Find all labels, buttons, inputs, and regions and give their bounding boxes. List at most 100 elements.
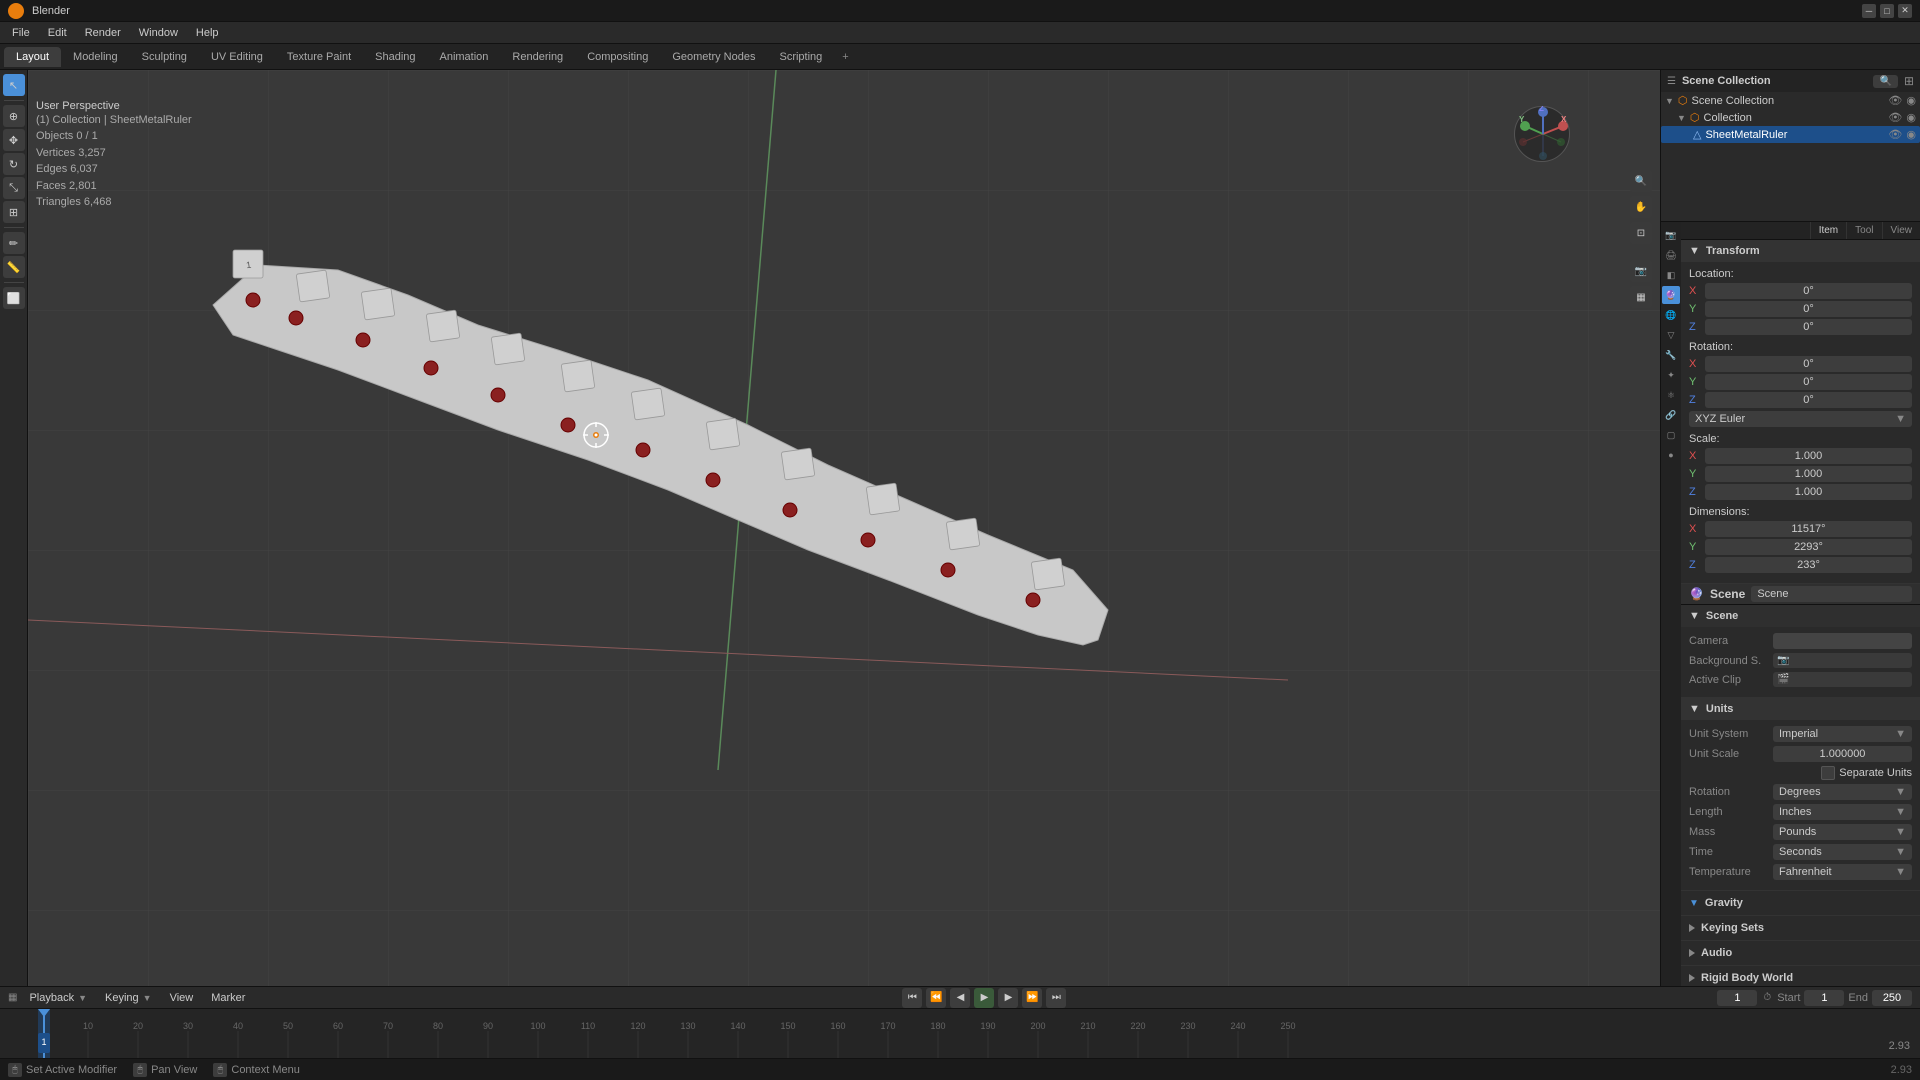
tab-rendering[interactable]: Rendering xyxy=(500,47,575,67)
rotation-units-dropdown[interactable]: Degrees ▼ xyxy=(1773,784,1912,800)
tab-sculpting[interactable]: Sculpting xyxy=(130,47,199,67)
length-dropdown[interactable]: Inches ▼ xyxy=(1773,804,1912,820)
rotation-mode-dropdown[interactable]: XYZ Euler ▼ xyxy=(1689,411,1912,427)
dimensions-z[interactable]: 233° xyxy=(1705,557,1912,573)
zoom-to-fit-button[interactable]: ⊡ xyxy=(1630,222,1652,244)
separate-units-checkbox[interactable] xyxy=(1821,766,1835,780)
marker-menu[interactable]: Marker xyxy=(205,990,251,1006)
viewport-3d[interactable]: 1 xyxy=(28,70,1660,986)
close-button[interactable]: ✕ xyxy=(1898,4,1912,18)
audio-section[interactable]: Audio xyxy=(1681,941,1920,966)
location-y[interactable]: 0° xyxy=(1705,301,1912,317)
add-cube-button[interactable]: ⬜ xyxy=(3,287,25,309)
prop-tab-particles[interactable]: ✦ xyxy=(1662,366,1680,384)
menu-render[interactable]: Render xyxy=(77,25,129,41)
outliner-search[interactable]: 🔍 xyxy=(1873,75,1897,88)
gravity-section[interactable]: ▼ Gravity xyxy=(1681,891,1920,916)
prop-tab-world[interactable]: 🌐 xyxy=(1662,306,1680,324)
prop-tab-object[interactable]: ▽ xyxy=(1662,326,1680,344)
tab-layout[interactable]: Layout xyxy=(4,47,61,67)
time-dropdown[interactable]: Seconds ▼ xyxy=(1773,844,1912,860)
cursor-tool-button[interactable]: ⊕ xyxy=(3,105,25,127)
add-workspace-button[interactable]: + xyxy=(834,49,856,65)
mass-dropdown[interactable]: Pounds ▼ xyxy=(1773,824,1912,840)
transform-section-header[interactable]: ▼ Transform xyxy=(1681,240,1920,262)
prop-tab-data[interactable]: ▢ xyxy=(1662,426,1680,444)
active-clip-picker[interactable]: 🎬 xyxy=(1773,672,1912,687)
minimize-button[interactable]: ─ xyxy=(1862,4,1876,18)
playback-menu[interactable]: Playback ▼ xyxy=(23,990,93,1006)
rigid-body-world-section[interactable]: Rigid Body World xyxy=(1681,966,1920,986)
prop-tab-physics[interactable]: ⚛ xyxy=(1662,386,1680,404)
zoom-in-button[interactable]: 🔍 xyxy=(1630,170,1652,192)
camera-view-button[interactable]: 📷 xyxy=(1630,260,1652,282)
location-x[interactable]: 0° xyxy=(1705,283,1912,299)
scale-x[interactable]: 1.000 xyxy=(1705,448,1912,464)
transform-tool-button[interactable]: ⊞ xyxy=(3,201,25,223)
keying-sets-section[interactable]: Keying Sets xyxy=(1681,916,1920,941)
tab-animation[interactable]: Animation xyxy=(428,47,501,67)
play-button[interactable]: ▶ xyxy=(974,988,994,1008)
scale-tool-button[interactable]: ⤡ xyxy=(3,177,25,199)
current-frame-input[interactable]: 1 xyxy=(1717,990,1757,1006)
outliner-scene-collection[interactable]: ▼ ⬡ Scene Collection 👁 ◉ xyxy=(1661,92,1920,109)
front-view-button[interactable]: ▦ xyxy=(1630,286,1652,308)
prop-tab-view-layer[interactable]: ◧ xyxy=(1662,266,1680,284)
scene-settings-header[interactable]: ▼ Scene xyxy=(1681,605,1920,627)
dimensions-x[interactable]: 11517° xyxy=(1705,521,1912,537)
scale-z[interactable]: 1.000 xyxy=(1705,484,1912,500)
scale-y[interactable]: 1.000 xyxy=(1705,466,1912,482)
rotate-tool-button[interactable]: ↻ xyxy=(3,153,25,175)
rotation-z[interactable]: 0° xyxy=(1705,392,1912,408)
outliner-filter-button[interactable]: ⊞ xyxy=(1904,74,1914,88)
temperature-dropdown[interactable]: Fahrenheit ▼ xyxy=(1773,864,1912,880)
menu-edit[interactable]: Edit xyxy=(40,25,75,41)
tab-modeling[interactable]: Modeling xyxy=(61,47,130,67)
measure-tool-button[interactable]: 📏 xyxy=(3,256,25,278)
next-frame-button[interactable]: ▶ xyxy=(998,988,1018,1008)
background-s-picker[interactable]: 📷 xyxy=(1773,653,1912,668)
view-menu-timeline[interactable]: View xyxy=(164,990,200,1006)
tab-compositing[interactable]: Compositing xyxy=(575,47,660,67)
prev-frame-button[interactable]: ◀ xyxy=(950,988,970,1008)
dimensions-y[interactable]: 2293° xyxy=(1705,539,1912,555)
end-frame-input[interactable]: 250 xyxy=(1872,990,1912,1006)
location-z[interactable]: 0° xyxy=(1705,319,1912,335)
tab-geometry-nodes[interactable]: Geometry Nodes xyxy=(660,47,767,67)
timeline-scrubber[interactable]: 1 10 20 30 40 50 60 70 80 90 100 110 120… xyxy=(0,1008,1920,1058)
pan-button[interactable]: ✋ xyxy=(1630,196,1652,218)
prop-tab-modifier[interactable]: 🔧 xyxy=(1662,346,1680,364)
tab-texture-paint[interactable]: Texture Paint xyxy=(275,47,363,67)
maximize-button[interactable]: □ xyxy=(1880,4,1894,18)
prop-tab-material[interactable]: ● xyxy=(1662,446,1680,464)
tab-scripting[interactable]: Scripting xyxy=(767,47,834,67)
prev-keyframe-button[interactable]: ⏪ xyxy=(926,988,946,1008)
tab-uv-editing[interactable]: UV Editing xyxy=(199,47,275,67)
keying-menu[interactable]: Keying ▼ xyxy=(99,990,158,1006)
select-tool-button[interactable]: ↖ xyxy=(3,74,25,96)
annotate-tool-button[interactable]: ✏ xyxy=(3,232,25,254)
tool-subtab[interactable]: Tool xyxy=(1846,222,1881,239)
jump-start-button[interactable]: ⏮ xyxy=(902,988,922,1008)
unit-system-dropdown[interactable]: Imperial ▼ xyxy=(1773,726,1912,742)
prop-tab-scene[interactable]: 🔮 xyxy=(1662,286,1680,304)
viewport[interactable]: Object Mode ▼ View Select Add Object ⊞ G… xyxy=(28,70,1660,986)
item-subtab[interactable]: Item xyxy=(1810,222,1846,239)
unit-scale-value[interactable]: 1.000000 xyxy=(1773,746,1912,762)
move-tool-button[interactable]: ✥ xyxy=(3,129,25,151)
tab-shading[interactable]: Shading xyxy=(363,47,427,67)
outliner-collection[interactable]: ▼ ⬡ Collection 👁 ◉ xyxy=(1661,109,1920,126)
menu-help[interactable]: Help xyxy=(188,25,227,41)
outliner-sheet-metal-ruler[interactable]: △ SheetMetalRuler 👁 ◉ xyxy=(1661,126,1920,143)
camera-picker[interactable] xyxy=(1773,633,1912,649)
rotation-x[interactable]: 0° xyxy=(1705,356,1912,372)
menu-file[interactable]: File xyxy=(4,25,38,41)
next-keyframe-button[interactable]: ⏩ xyxy=(1022,988,1042,1008)
jump-end-button[interactable]: ⏭ xyxy=(1046,988,1066,1008)
prop-tab-output[interactable]: 🖨 xyxy=(1662,246,1680,264)
view-subtab[interactable]: View xyxy=(1882,222,1920,239)
start-frame-input[interactable]: 1 xyxy=(1804,990,1844,1006)
prop-tab-constraints[interactable]: 🔗 xyxy=(1662,406,1680,424)
navigation-gizmo[interactable]: X Y Z xyxy=(1514,106,1574,166)
scene-name-input[interactable]: Scene xyxy=(1751,586,1912,602)
